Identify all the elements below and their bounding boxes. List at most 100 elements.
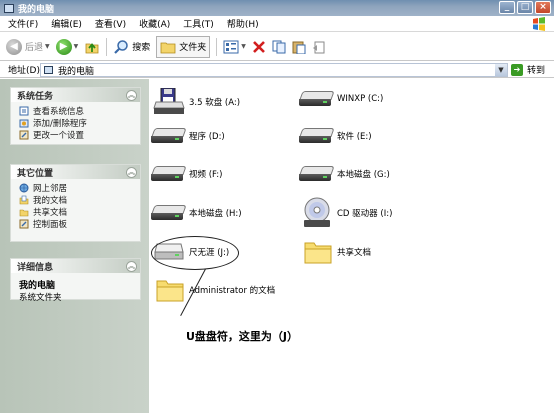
delete-icon [253, 40, 265, 53]
floppy-drive-icon [153, 88, 185, 114]
system-tasks-title: 系统任务 [17, 91, 54, 102]
collapse-icon[interactable]: ︽ [126, 89, 137, 101]
hard-drive-icon [151, 128, 187, 144]
drive-label: 视频 (F:) [189, 170, 223, 180]
annotation-text: U盘盘符，这里为（J） [186, 330, 299, 343]
place-control-panel[interactable]: 控制面板 [19, 218, 134, 230]
minimize-button[interactable]: _ [499, 1, 515, 14]
back-label: 后退 [25, 43, 44, 53]
folders-button[interactable]: 文件夹 [156, 35, 211, 58]
collapse-icon[interactable]: ︽ [126, 166, 137, 178]
task-label: 查看系统信息 [33, 107, 85, 117]
menu-tools[interactable]: 工具(T) [178, 17, 219, 30]
other-places-header[interactable]: 其它位置 ︽ [11, 165, 140, 179]
network-icon [19, 183, 29, 193]
menu-view[interactable]: 查看(V) [90, 17, 131, 30]
place-label: 共享文档 [33, 208, 68, 218]
hard-drive-icon [151, 166, 187, 182]
folder-item-administrator-documents[interactable]: Administrator 的文档 [155, 277, 275, 303]
copy-button[interactable] [272, 36, 286, 58]
hard-drive-icon [299, 91, 335, 107]
views-button[interactable]: ▼ [223, 36, 246, 58]
details-header[interactable]: 详细信息 ︽ [11, 259, 140, 273]
search-button[interactable]: 搜索 [113, 36, 150, 58]
paste-button[interactable] [292, 36, 306, 58]
my-computer-icon [4, 3, 14, 13]
drive-item-f[interactable]: 视频 (F:) [151, 166, 223, 182]
delete-button[interactable] [252, 36, 266, 58]
hard-drive-icon [151, 205, 187, 221]
drive-list: 3.5 软盘 (A:) WINXP (C:) 程序 (D:) 软件 (E:) 视… [149, 79, 554, 413]
up-folder-icon [85, 42, 99, 53]
folder-icon [19, 209, 29, 217]
toolbar: ◀ 后退 ▼ ▶ ▼ 搜索 文件夹 ▼ [0, 33, 554, 61]
details-type: 系统文件夹 [19, 293, 62, 303]
documents-icon [19, 195, 29, 205]
place-my-documents[interactable]: 我的文档 [19, 194, 134, 206]
forward-button[interactable]: ▶ ▼ [55, 36, 79, 58]
go-button[interactable]: ➔ 转到 [511, 63, 545, 76]
place-label: 控制面板 [33, 220, 68, 230]
paste-icon [292, 41, 306, 54]
menu-edit[interactable]: 编辑(E) [46, 17, 87, 30]
maximize-button[interactable]: □ [517, 1, 533, 14]
window-title: 我的电脑 [18, 4, 55, 15]
collapse-icon[interactable]: ︽ [126, 260, 137, 272]
drive-item-d[interactable]: 程序 (D:) [151, 128, 225, 144]
system-info-icon [19, 106, 29, 116]
drive-item-e[interactable]: 软件 (E:) [299, 128, 372, 144]
place-label: 网上邻居 [33, 184, 68, 194]
drive-label: 程序 (D:) [189, 132, 225, 142]
folder-label: Administrator 的文档 [189, 286, 276, 296]
drive-item-a[interactable]: 3.5 软盘 (A:) [153, 88, 240, 116]
drive-item-g[interactable]: 本地磁盘 (G:) [299, 166, 390, 182]
folder-label: 共享文档 [337, 248, 372, 258]
drive-label: CD 驱动器 (I:) [337, 209, 393, 219]
chevron-down-icon[interactable]: ▼ [74, 43, 79, 50]
title-bar: 我的电脑 _ □ × [0, 0, 554, 16]
back-arrow-icon: ◀ [6, 38, 22, 55]
control-panel-icon [19, 219, 29, 229]
details-title: 详细信息 [17, 262, 54, 273]
control-panel-icon [19, 130, 29, 140]
hard-drive-icon [299, 128, 335, 144]
undo-button[interactable] [312, 36, 326, 58]
search-icon [114, 39, 129, 54]
go-label: 转到 [527, 66, 546, 76]
address-value: 我的电脑 [58, 66, 95, 77]
place-shared-documents[interactable]: 共享文档 [19, 206, 134, 218]
toolbar-separator [106, 37, 108, 56]
menu-help[interactable]: 帮助(H) [222, 17, 264, 30]
drive-item-i[interactable]: CD 驱动器 (I:) [301, 196, 392, 230]
system-tasks-header[interactable]: 系统任务 ︽ [11, 88, 140, 102]
drive-label: 本地磁盘 (G:) [337, 170, 390, 180]
address-dropdown-button[interactable]: ▼ [495, 64, 507, 76]
task-change-setting[interactable]: 更改一个设置 [19, 129, 134, 141]
views-icon [223, 40, 239, 53]
chevron-down-icon[interactable]: ▼ [241, 43, 246, 50]
drive-item-c[interactable]: WINXP (C:) [299, 91, 383, 107]
task-add-remove-programs[interactable]: 添加/删除程序 [19, 117, 134, 129]
undo-icon [312, 41, 325, 53]
address-label: 地址(D) [8, 66, 40, 76]
back-button[interactable]: ◀ 后退 ▼ [6, 36, 50, 58]
details-name: 我的电脑 [19, 281, 56, 291]
folder-item-shared-documents[interactable]: 共享文档 [303, 239, 371, 265]
task-pane: 系统任务 ︽ 查看系统信息 添加/删除程序 更改一个设置 其它位置 ︽ 网上邻居… [0, 79, 149, 413]
place-network[interactable]: 网上邻居 [19, 182, 134, 194]
up-folder-button[interactable] [84, 36, 100, 58]
address-input[interactable]: 我的电脑 ▼ [40, 63, 508, 77]
task-view-system-info[interactable]: 查看系统信息 [19, 105, 134, 117]
task-label: 添加/删除程序 [33, 119, 87, 129]
menu-file[interactable]: 文件(F) [3, 17, 43, 30]
chevron-down-icon[interactable]: ▼ [45, 43, 50, 50]
annotation-ellipse [151, 236, 239, 270]
drive-item-h[interactable]: 本地磁盘 (H:) [151, 205, 242, 221]
drive-label: 软件 (E:) [337, 132, 372, 142]
folder-icon [304, 242, 332, 264]
windows-logo-icon [533, 17, 545, 31]
task-label: 更改一个设置 [33, 131, 85, 141]
menu-favorites[interactable]: 收藏(A) [134, 17, 175, 30]
close-button[interactable]: × [535, 1, 551, 14]
hard-drive-icon [299, 166, 335, 182]
